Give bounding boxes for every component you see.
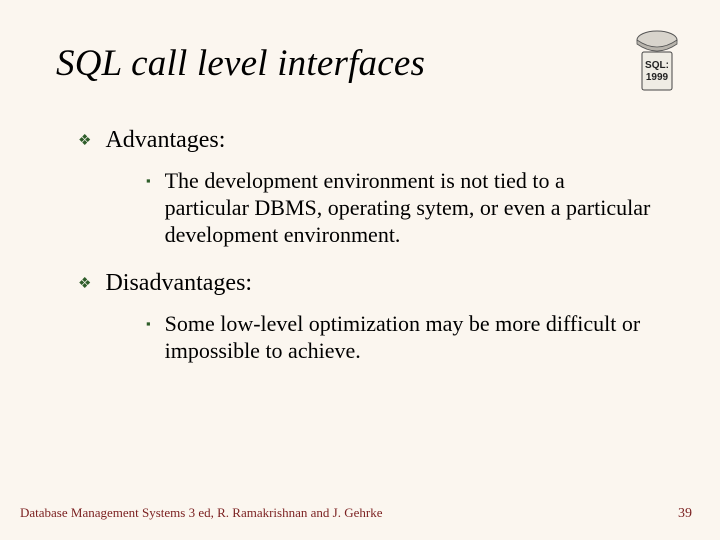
diamond-bullet-icon: ❖ [78, 131, 91, 149]
disadvantages-item-text: Some low-level optimization may be more … [165, 311, 652, 365]
disadvantages-label: Disadvantages: [105, 270, 252, 297]
list-item: ▪ Some low-level optimization may be mor… [146, 311, 652, 365]
list-item: ▪ The development environment is not tie… [146, 168, 652, 248]
svg-text:1999: 1999 [646, 72, 669, 83]
advantages-item-text: The development environment is not tied … [165, 168, 652, 248]
slide: SQL: 1999 SQL call level interfaces ❖ Ad… [0, 0, 720, 540]
diamond-bullet-icon: ❖ [78, 274, 91, 292]
footer-credits: Database Management Systems 3 ed, R. Ram… [20, 505, 382, 521]
svg-text:SQL:: SQL: [645, 60, 669, 71]
advantages-header: ❖ Advantages: [78, 127, 676, 154]
slide-number: 39 [678, 506, 692, 522]
slide-title: SQL call level interfaces [56, 42, 676, 85]
list-item: ❖ Disadvantages: ▪ Some low-level optimi… [78, 270, 676, 365]
disadvantages-header: ❖ Disadvantages: [78, 270, 676, 297]
sql-1999-badge: SQL: 1999 [626, 26, 688, 94]
advantages-label: Advantages: [105, 127, 225, 154]
content: ❖ Advantages: ▪ The development environm… [56, 127, 676, 365]
footer: Database Management Systems 3 ed, R. Ram… [20, 505, 692, 522]
square-bullet-icon: ▪ [146, 173, 151, 188]
list-item: ❖ Advantages: ▪ The development environm… [78, 127, 676, 248]
square-bullet-icon: ▪ [146, 316, 151, 331]
